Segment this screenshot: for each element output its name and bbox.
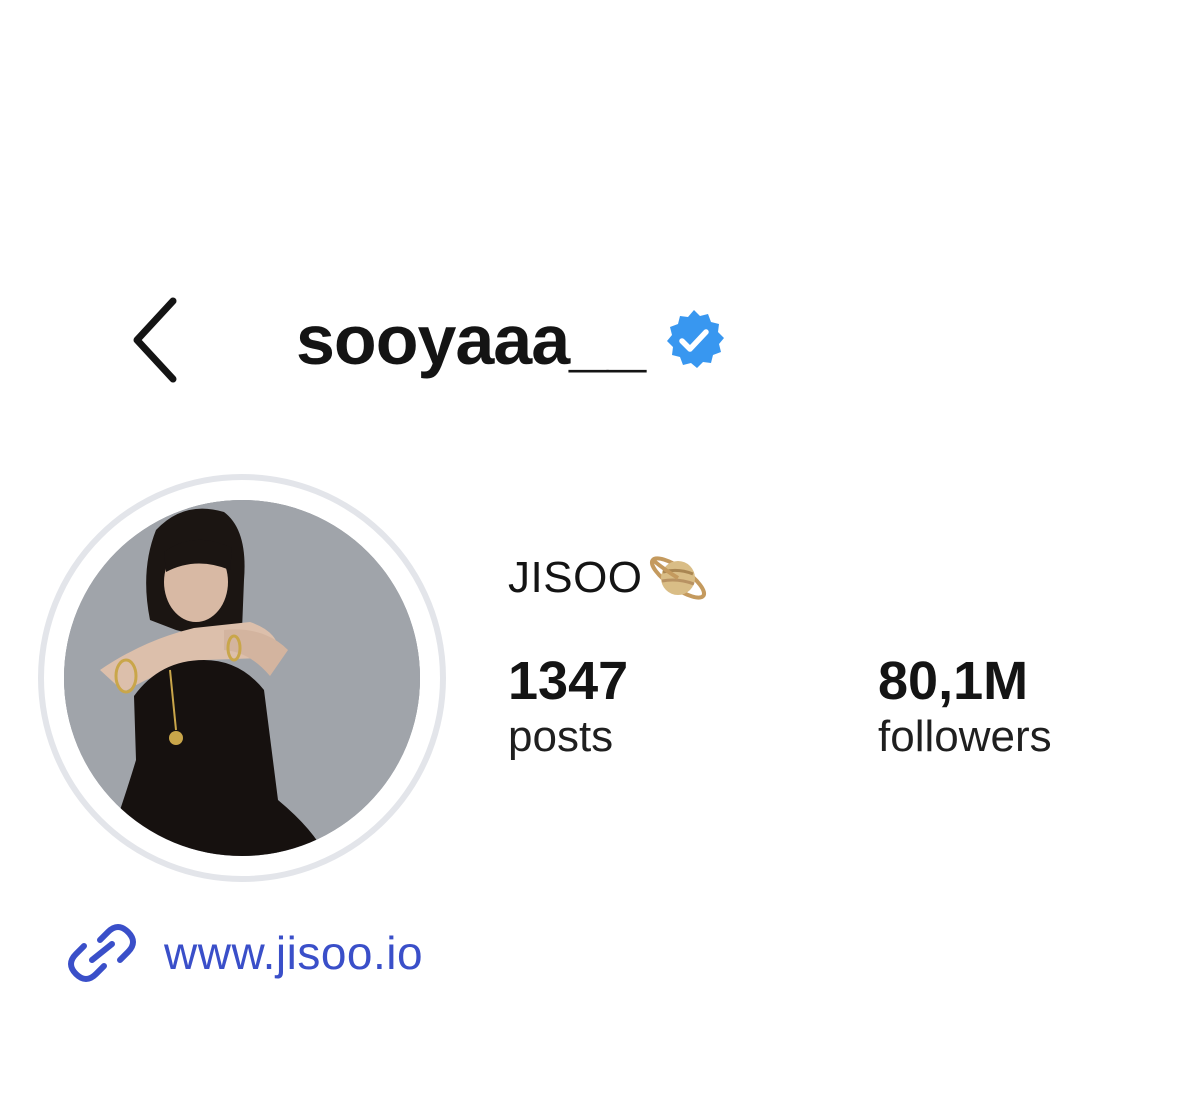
posts-count: 1347: [508, 651, 629, 711]
back-button[interactable]: [118, 295, 190, 385]
followers-stat[interactable]: 80,1M followers: [878, 651, 1052, 764]
followers-label: followers: [878, 712, 1052, 762]
chevron-left-icon: [133, 297, 177, 383]
verified-badge-icon: [661, 307, 727, 373]
profile-header: sooyaaa__: [0, 290, 1200, 390]
username: sooyaaa__: [296, 301, 646, 379]
profile-photo: [64, 500, 420, 856]
website-link[interactable]: www.jisoo.io: [64, 918, 423, 988]
link-icon: [64, 920, 140, 986]
display-name-container: JISOO: [508, 548, 711, 608]
username-container: sooyaaa__: [296, 290, 727, 390]
link-text: www.jisoo.io: [164, 927, 424, 979]
posts-stat[interactable]: 1347 posts: [508, 651, 629, 764]
posts-label: posts: [508, 712, 614, 762]
planet-icon: [645, 548, 711, 608]
avatar[interactable]: [64, 500, 420, 856]
display-name: JISOO: [508, 553, 643, 602]
followers-count: 80,1M: [878, 651, 1029, 711]
